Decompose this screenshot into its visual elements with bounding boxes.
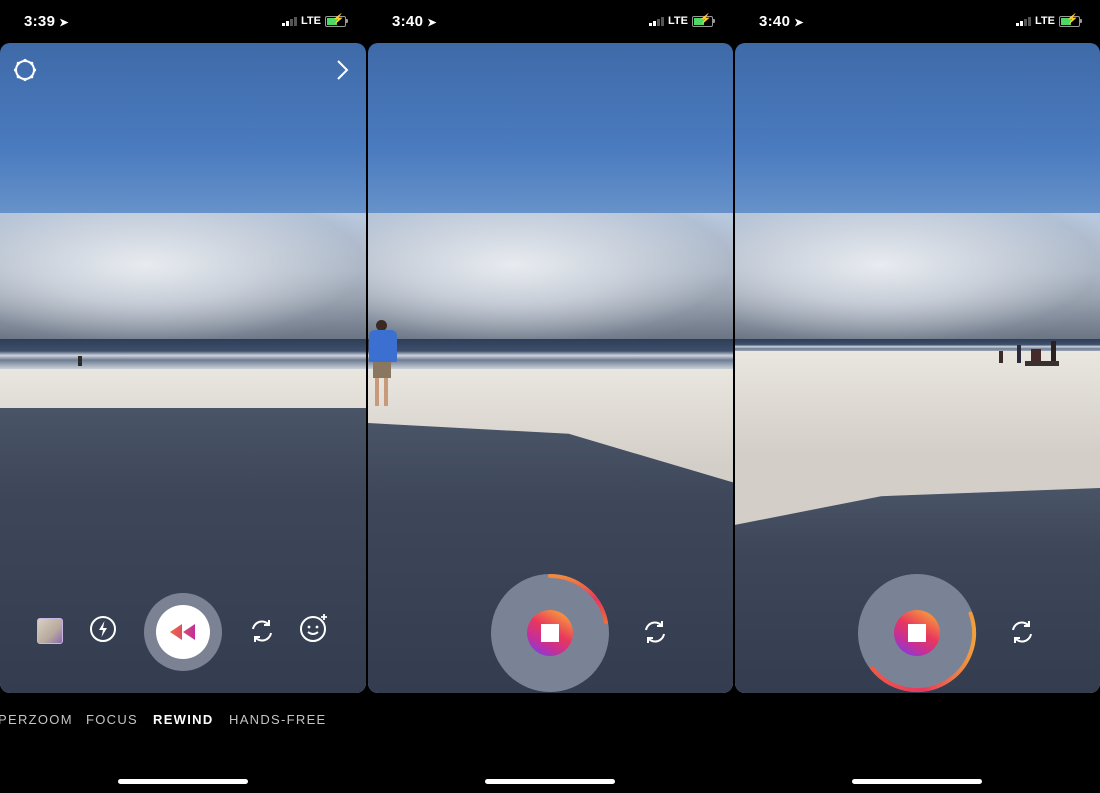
phone-screen-rewind-mode: 3:39 ➤ LTE ⚡ PERZOOM FOCUS REWIND HANDS-… bbox=[0, 0, 366, 793]
flash-button[interactable] bbox=[89, 615, 117, 643]
battery-icon: ⚡ bbox=[1059, 14, 1082, 27]
status-bar: 3:39 ➤ LTE ⚡ bbox=[0, 0, 366, 43]
flip-camera-button[interactable] bbox=[248, 617, 276, 645]
face-effects-button[interactable] bbox=[299, 613, 329, 643]
signal-icon bbox=[649, 16, 665, 26]
flip-camera-icon bbox=[252, 620, 272, 642]
camera-controls bbox=[0, 593, 366, 673]
next-button[interactable] bbox=[332, 57, 352, 83]
mode-rewind[interactable]: REWIND bbox=[153, 712, 214, 727]
rewind-icon bbox=[170, 624, 195, 640]
status-bar: 3:40 ➤ LTE ⚡ bbox=[368, 0, 733, 43]
mode-focus[interactable]: FOCUS bbox=[86, 712, 138, 727]
network-label: LTE bbox=[301, 15, 321, 27]
gallery-button[interactable] bbox=[37, 618, 63, 644]
beachgoers bbox=[995, 341, 1075, 369]
battery-icon: ⚡ bbox=[692, 14, 715, 27]
person-figure bbox=[368, 320, 404, 410]
home-indicator[interactable] bbox=[852, 779, 982, 784]
person-figure bbox=[78, 356, 82, 366]
stop-icon bbox=[541, 624, 559, 642]
status-time: 3:40 ➤ bbox=[392, 13, 437, 30]
status-bar: 3:40 ➤ LTE ⚡ bbox=[735, 0, 1100, 43]
location-arrow-icon: ➤ bbox=[427, 17, 437, 29]
camera-mode-selector: PERZOOM FOCUS REWIND HANDS-FREE bbox=[0, 712, 366, 732]
flash-icon bbox=[90, 616, 116, 642]
gear-icon bbox=[13, 58, 37, 82]
location-arrow-icon: ➤ bbox=[59, 17, 69, 29]
phone-screen-recording-later: 3:40 ➤ LTE ⚡ bbox=[735, 0, 1100, 793]
home-indicator[interactable] bbox=[118, 779, 248, 784]
stop-icon bbox=[908, 624, 926, 642]
signal-icon bbox=[1016, 16, 1032, 26]
signal-icon bbox=[282, 16, 298, 26]
status-time: 3:39 ➤ bbox=[24, 13, 69, 30]
flip-camera-button[interactable] bbox=[1008, 618, 1036, 646]
phone-screen-recording-early: 3:40 ➤ LTE ⚡ bbox=[368, 0, 733, 793]
home-indicator[interactable] bbox=[485, 779, 615, 784]
location-arrow-icon: ➤ bbox=[794, 17, 804, 29]
stop-recording-button[interactable] bbox=[490, 573, 610, 693]
stop-recording-button[interactable] bbox=[857, 573, 977, 693]
chevron-right-icon bbox=[337, 60, 349, 80]
face-effects-icon bbox=[300, 614, 327, 642]
camera-viewfinder[interactable] bbox=[0, 43, 366, 693]
rewind-shutter-button[interactable] bbox=[144, 593, 222, 671]
flip-camera-icon bbox=[645, 621, 665, 643]
network-label: LTE bbox=[1035, 15, 1055, 27]
mode-hands-free[interactable]: HANDS-FREE bbox=[229, 712, 327, 727]
mode-superzoom[interactable]: PERZOOM bbox=[0, 712, 73, 727]
network-label: LTE bbox=[668, 15, 688, 27]
settings-button[interactable] bbox=[12, 57, 38, 83]
camera-viewfinder[interactable] bbox=[368, 43, 733, 693]
flip-camera-button[interactable] bbox=[641, 618, 669, 646]
battery-icon: ⚡ bbox=[325, 14, 348, 27]
status-time: 3:40 ➤ bbox=[759, 13, 804, 30]
camera-viewfinder[interactable] bbox=[735, 43, 1100, 693]
flip-camera-icon bbox=[1012, 621, 1032, 643]
